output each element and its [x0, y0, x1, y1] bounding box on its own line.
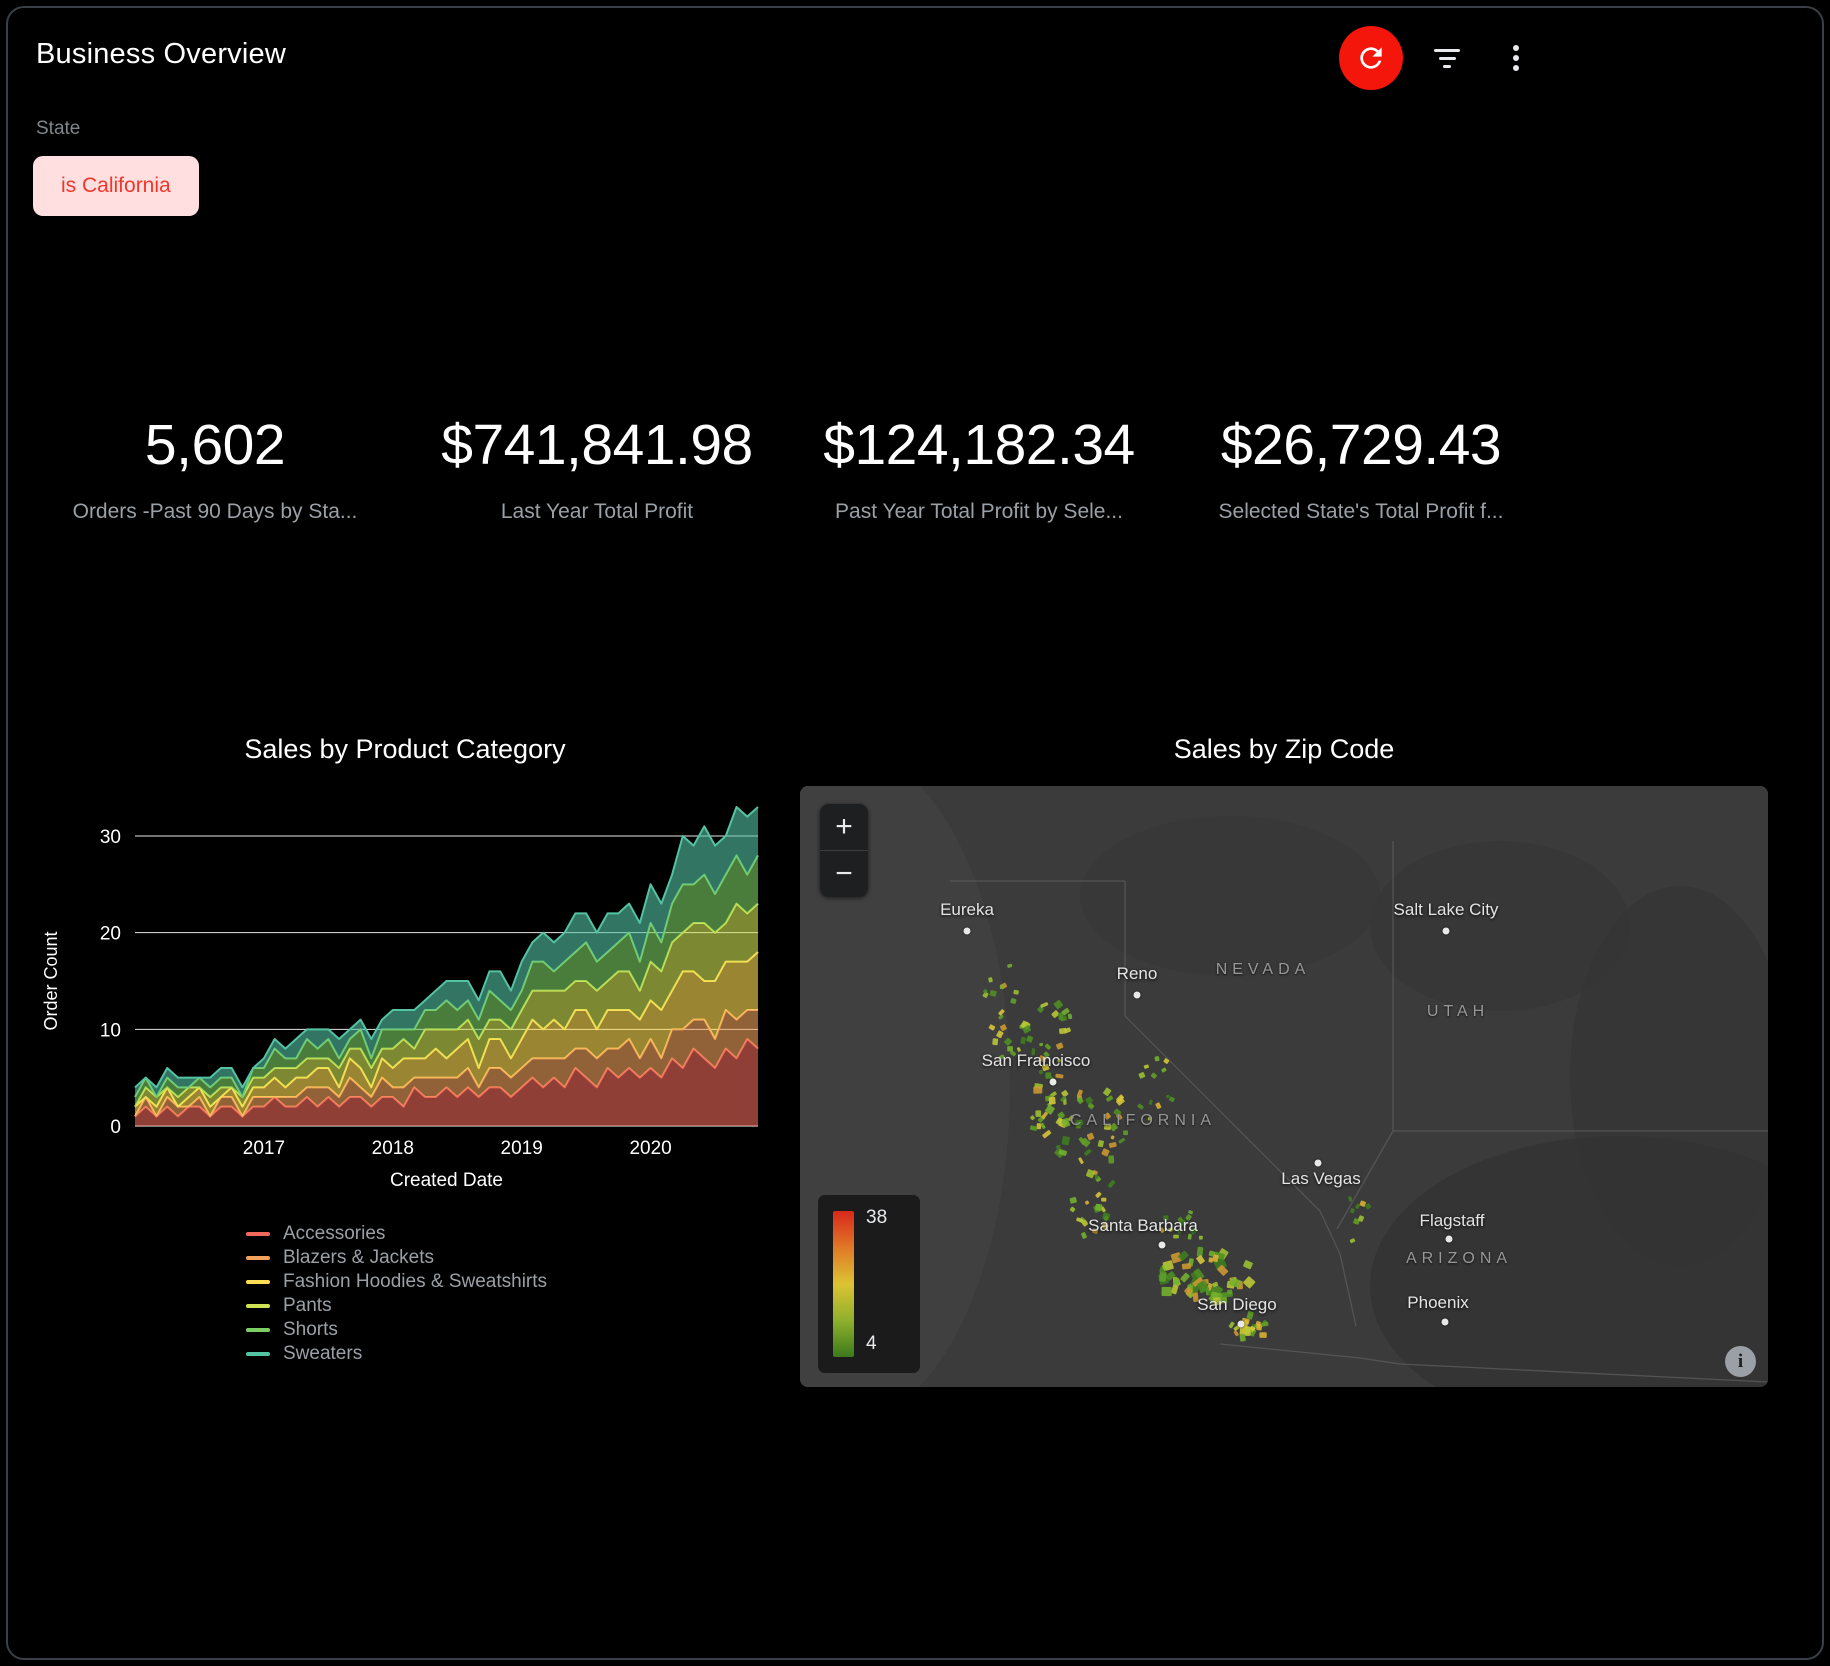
map-city-dot: [1050, 1079, 1057, 1086]
page-title: Business Overview: [36, 38, 286, 71]
legend-swatch: [246, 1328, 270, 1332]
legend-item[interactable]: Accessories: [246, 1222, 547, 1246]
map-zoom-control: + −: [820, 804, 868, 897]
category-legend: AccessoriesBlazers & JacketsFashion Hood…: [246, 1222, 547, 1366]
map-state-label: CALIFORNIA: [1070, 1112, 1216, 1130]
dashboard: Business Overview State is California 5,…: [0, 0, 1830, 1666]
legend-item[interactable]: Fashion Hoodies & Sweatshirts: [246, 1270, 547, 1294]
map-city-dot: [1443, 928, 1450, 935]
map-city-dot: [1134, 992, 1141, 999]
kpi-label: Selected State's Total Profit f...: [1185, 500, 1536, 524]
map-city-dot: [1446, 1236, 1453, 1243]
map-state-label: ARIZONA: [1406, 1250, 1512, 1268]
kpi-tile-last-year-profit: $741,841.98 Last Year Total Profit: [406, 412, 788, 524]
legend-swatch: [246, 1256, 270, 1260]
svg-text:10: 10: [100, 1020, 121, 1041]
category-area-chart[interactable]: 0 10 20 30 2017 2018 2019 2020 Created Date Order…: [25, 776, 775, 1200]
color-scale-min: 4: [866, 1333, 877, 1355]
map-state-label: NEVADA: [1216, 961, 1311, 979]
legend-item[interactable]: Blazers & Jackets: [246, 1246, 547, 1270]
map-canvas: [800, 786, 1768, 1387]
map-city-label: Reno: [1117, 964, 1158, 984]
map-color-legend: 38 4: [818, 1195, 920, 1373]
map-city-label: San Diego: [1197, 1295, 1276, 1315]
kpi-label: Orders -Past 90 Days by Sta...: [39, 500, 390, 524]
svg-text:2017: 2017: [243, 1138, 285, 1159]
svg-text:2018: 2018: [372, 1138, 414, 1159]
refresh-button[interactable]: [1339, 26, 1403, 90]
svg-text:Created Date: Created Date: [390, 1170, 503, 1191]
kpi-value: $124,182.34: [788, 412, 1170, 478]
svg-text:2019: 2019: [501, 1138, 543, 1159]
legend-label: Accessories: [283, 1223, 385, 1245]
kebab-menu-icon: [1513, 41, 1519, 75]
kpi-tile-state-profit: $26,729.43 Selected State's Total Profit…: [1170, 412, 1552, 524]
svg-text:Order Count: Order Count: [41, 931, 61, 1030]
map-city-dot: [1315, 1160, 1322, 1167]
kpi-tile-past-year-profit: $124,182.34 Past Year Total Profit by Se…: [788, 412, 1170, 524]
map-city-label: San Francisco: [982, 1051, 1091, 1071]
legend-swatch: [246, 1352, 270, 1356]
map-city-dot: [1442, 1319, 1449, 1326]
map-city-label: Las Vegas: [1281, 1169, 1360, 1189]
legend-label: Pants: [283, 1295, 332, 1317]
map-city-dot: [1159, 1242, 1166, 1249]
kpi-row: 5,602 Orders -Past 90 Days by Sta... $74…: [24, 412, 1552, 524]
color-scale-bar: [833, 1211, 854, 1357]
legend-label: Sweaters: [283, 1343, 362, 1365]
map-city-label: Santa Barbara: [1088, 1216, 1198, 1236]
filter-list-icon: [1434, 44, 1460, 73]
map-city-dot: [964, 928, 971, 935]
legend-item[interactable]: Sweaters: [246, 1342, 547, 1366]
map-city-label: Eureka: [940, 900, 994, 920]
kpi-tile-orders: 5,602 Orders -Past 90 Days by Sta...: [24, 412, 406, 524]
map-info-button[interactable]: i: [1725, 1346, 1756, 1377]
map-city-label: Salt Lake City: [1394, 900, 1499, 920]
category-chart-title: Sales by Product Category: [10, 734, 800, 765]
more-options-button[interactable]: [1494, 36, 1538, 80]
filter-label: State: [36, 118, 80, 140]
zoom-in-button[interactable]: +: [820, 804, 868, 850]
kpi-value: $26,729.43: [1170, 412, 1552, 478]
kpi-label: Past Year Total Profit by Sele...: [803, 500, 1154, 524]
map-city-label: Flagstaff: [1420, 1211, 1485, 1231]
map-city-label: Phoenix: [1407, 1293, 1468, 1313]
legend-swatch: [246, 1280, 270, 1284]
legend-item[interactable]: Shorts: [246, 1318, 547, 1342]
refresh-icon: [1355, 42, 1387, 74]
legend-swatch: [246, 1232, 270, 1236]
legend-item[interactable]: Pants: [246, 1294, 547, 1318]
map-chart-title: Sales by Zip Code: [800, 734, 1768, 765]
legend-label: Fashion Hoodies & Sweatshirts: [283, 1271, 547, 1293]
zoom-out-button[interactable]: −: [820, 851, 868, 897]
legend-swatch: [246, 1304, 270, 1308]
svg-text:2020: 2020: [629, 1138, 671, 1159]
svg-text:0: 0: [110, 1117, 121, 1138]
color-scale-max: 38: [866, 1207, 887, 1229]
kpi-label: Last Year Total Profit: [421, 500, 772, 524]
legend-label: Shorts: [283, 1319, 338, 1341]
svg-text:20: 20: [100, 924, 121, 945]
svg-text:30: 30: [100, 827, 121, 848]
kpi-value: $741,841.98: [406, 412, 788, 478]
map-city-dot: [1238, 1321, 1245, 1328]
legend-label: Blazers & Jackets: [283, 1247, 434, 1269]
kpi-value: 5,602: [24, 412, 406, 478]
state-filter-chip[interactable]: is California: [33, 156, 199, 216]
zip-code-map[interactable]: NEVADA UTAH CALIFORNIA ARIZONA Eureka Reno Sal…: [800, 786, 1768, 1387]
map-state-label: UTAH: [1427, 1003, 1489, 1021]
filter-button[interactable]: [1425, 36, 1469, 80]
